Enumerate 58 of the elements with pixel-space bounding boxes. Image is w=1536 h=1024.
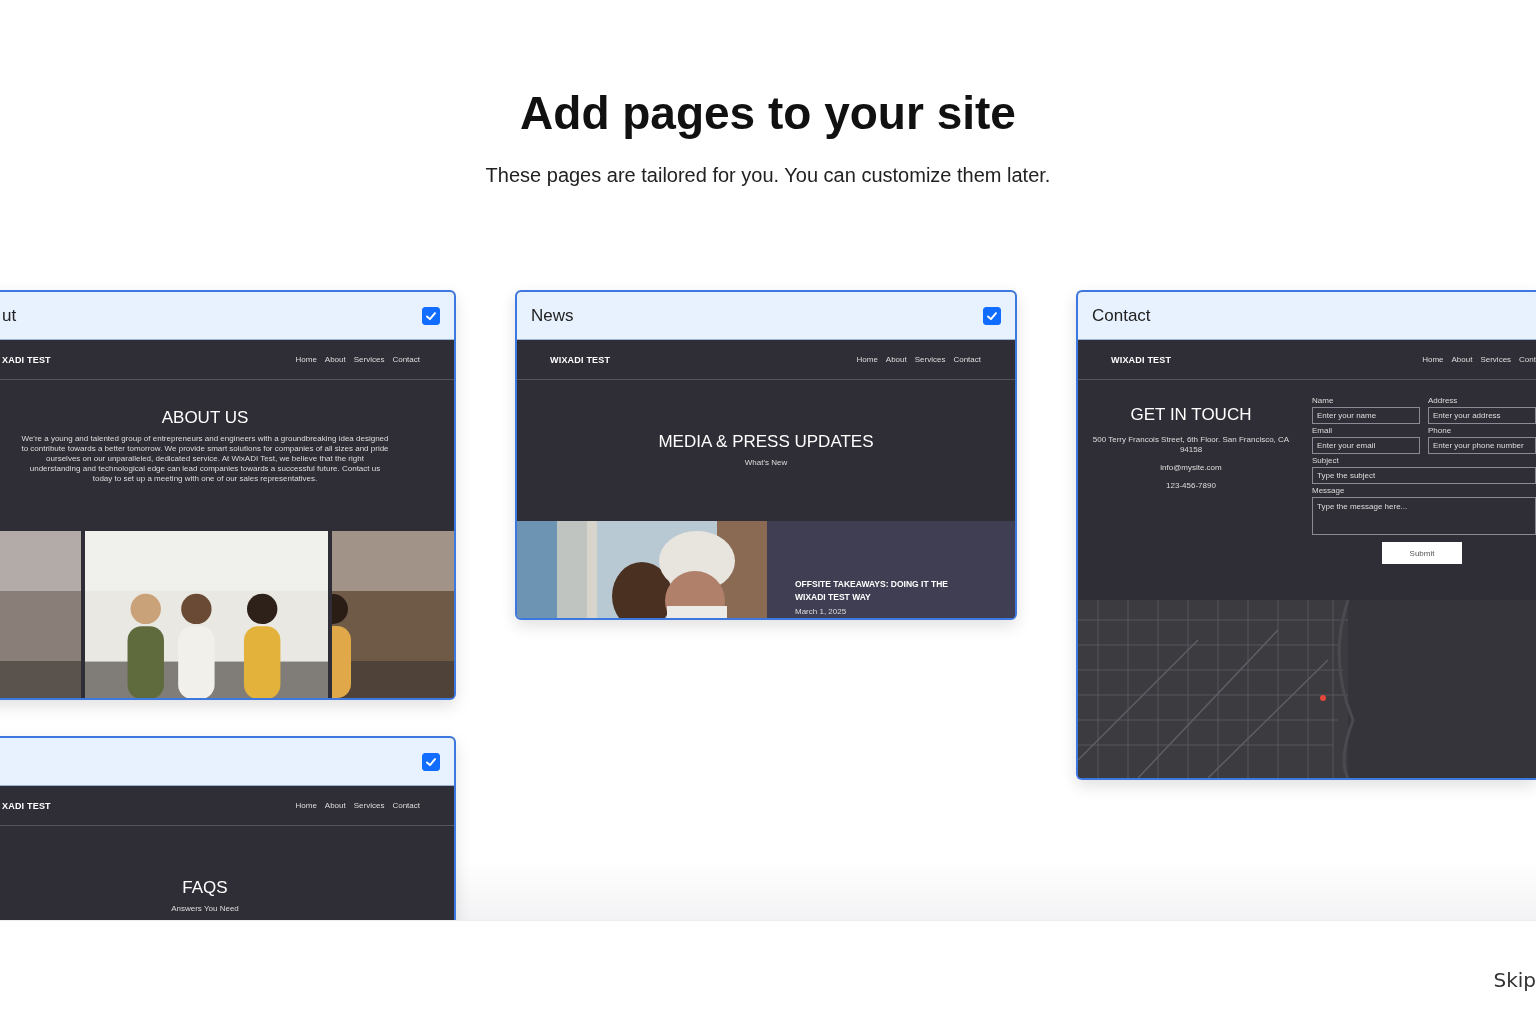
card-title: Contact [1092, 305, 1151, 326]
nav-link: Contact [392, 801, 420, 810]
nav-link: Home [1422, 355, 1444, 364]
card-title: ut [2, 305, 17, 326]
input-field: Enter your phone number [1428, 437, 1536, 454]
nav-link: Services [914, 355, 946, 364]
nav-link: About [324, 801, 346, 810]
hero-subtitle: Answers You Need [171, 904, 239, 913]
nav-link: Home [856, 355, 878, 364]
nav-link: Home [295, 801, 317, 810]
post-date: March 1, 2025 [795, 607, 848, 616]
page-subtitle: These pages are tailored for you. You can customize them later. [485, 163, 1051, 188]
email-text: info@mysite.com [1159, 463, 1223, 473]
hero-title: GET IN TOUCH [1130, 405, 1252, 425]
phone-text: 123-456-7890 [1165, 481, 1217, 491]
nav-link: Contact [392, 355, 420, 364]
input-field: Enter your address [1428, 407, 1536, 424]
input-field: Enter your name [1312, 407, 1420, 424]
input-field: Type the message here... [1312, 497, 1536, 535]
nav-link: Services [1480, 355, 1512, 364]
field-label: Address [1428, 396, 1459, 406]
address-text: 500 Terry Francois Street, 6th Floor. San Francisco, CA 94158 [1091, 435, 1291, 455]
page-card[interactable]: XADI TEST Home About Services Contact FAQS Answers You Need [0, 736, 456, 920]
field-label: Name [1312, 396, 1335, 406]
hero-subtitle: What's New [744, 458, 788, 467]
nav-link: Home [295, 355, 317, 364]
site-logo: XADI TEST [2, 800, 51, 811]
page-card[interactable] [1076, 290, 1536, 780]
field-label: Subject [1312, 456, 1340, 466]
field-label: Message [1312, 486, 1346, 496]
page-checkbox[interactable] [422, 306, 440, 325]
page-card[interactable] [0, 290, 456, 700]
nav-link: About [1451, 355, 1473, 364]
skip-link[interactable]: Skip [1493, 953, 1536, 992]
page-card[interactable]: News WIXADI TEST Home About Services Contact MEDIA & PRESS UPDATES What's New OFFSITE TAKEAWAYS: DOING IT THE WIXADI TEST WAY March 1, 2025 [515, 290, 1017, 620]
site-logo: WIXADI TEST [550, 354, 611, 365]
card-title: News [531, 305, 574, 326]
hero-title: MEDIA & PRESS UPDATES [658, 432, 874, 452]
nav-link: Services [353, 801, 385, 810]
nav-link: Services [353, 355, 385, 364]
page-title: Add pages to your site [520, 86, 1016, 140]
page-checkbox[interactable] [422, 752, 440, 771]
hero-title: FAQS [182, 878, 228, 898]
hero-title: ABOUT US [161, 408, 249, 428]
nav-link: About [885, 355, 907, 364]
field-label: Email [1312, 426, 1333, 436]
field-label: Phone [1428, 426, 1453, 436]
input-field: Type the subject [1312, 467, 1536, 484]
submit-button: Submit [1382, 542, 1462, 564]
hero-paragraph: We're a young and talented group of entrepreneurs and engineers with a groundbreaking idea designed to contribute towards a better tomorrow. We provide smart solutions for companies of all sizes and pride ourselves on our unparalleled, dedicated service. At WixADI Test, we believe that the right understanding and technological edge can lead companies towards a successful future. Contact us today to set up a meeting with one of our sales representatives. [20, 434, 390, 484]
nav-link: Contact [953, 355, 981, 364]
site-logo: WIXADI TEST [1111, 354, 1172, 365]
nav-link: Cont [1519, 355, 1536, 364]
page-checkbox[interactable] [983, 306, 1001, 325]
nav-link: About [324, 355, 346, 364]
post-title: OFFSITE TAKEAWAYS: DOING IT THE WIXADI TEST WAY [795, 578, 949, 603]
input-field: Enter your email [1312, 437, 1420, 454]
site-logo: XADI TEST [2, 354, 51, 365]
